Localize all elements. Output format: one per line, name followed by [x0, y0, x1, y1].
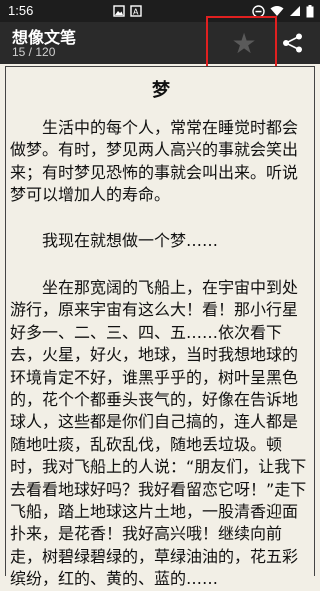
share-icon[interactable] [280, 33, 306, 53]
page-counter: 15 / 120 [12, 45, 56, 59]
svg-text:A: A [133, 8, 139, 17]
text-notification-icon: A [130, 5, 142, 17]
reading-page[interactable]: 梦 生活中的每个人，常常在睡觉时都会做梦。有时，梦见两人高兴的事就会笑出来；有时… [5, 66, 315, 588]
status-time: 1:56 [8, 3, 34, 18]
signal-icon [290, 6, 300, 16]
image-notification-icon [113, 5, 125, 17]
chapter-title: 梦 [152, 80, 170, 101]
paragraph-3: 坐在那宽阔的飞船上，在宇宙中到处游行，原来宇宙有这么大！看！那小行星好多一、二、… [10, 278, 307, 589]
paragraph-1: 生活中的每个人，常常在睡觉时都会做梦。有时，梦见两人高兴的事就会笑出来；有时梦见… [10, 118, 299, 205]
battery-icon [306, 4, 314, 17]
paragraph-2: 我现在就想做一个梦…… [42, 231, 219, 250]
